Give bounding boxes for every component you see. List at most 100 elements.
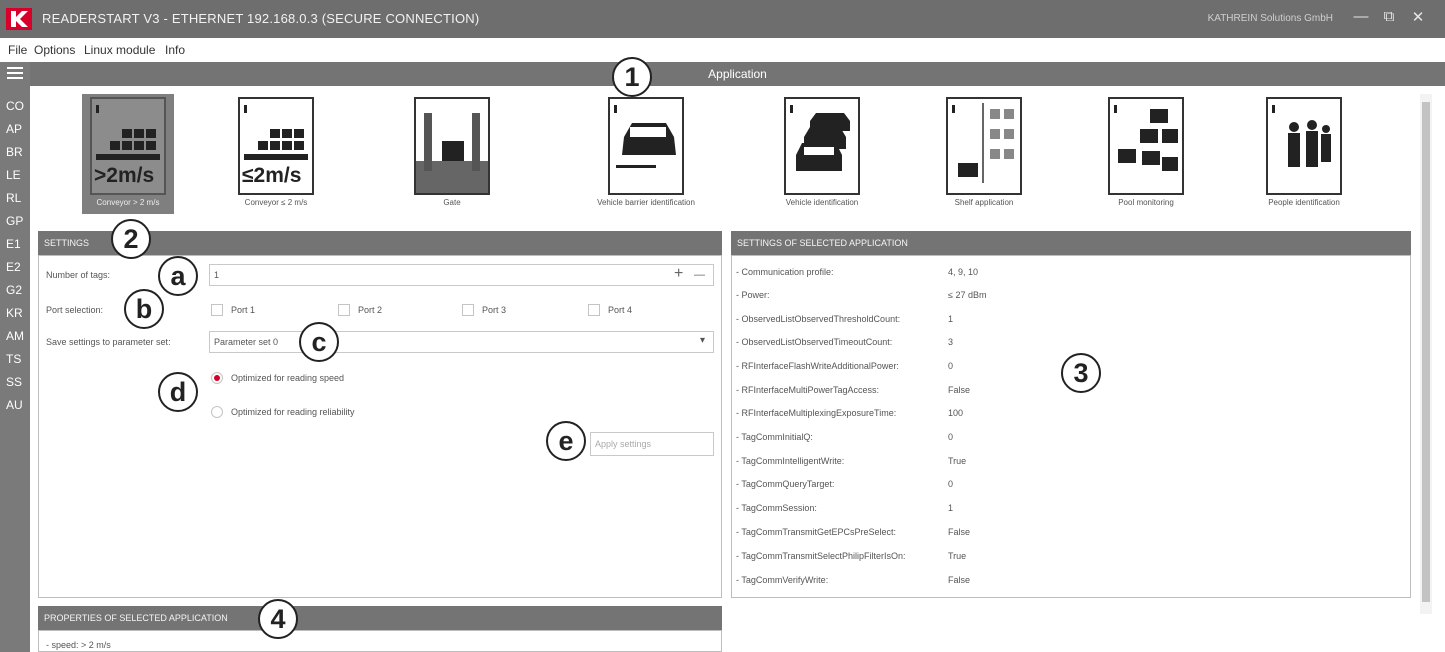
apply-settings-button[interactable]: Apply settings bbox=[590, 432, 714, 456]
param-name: - TagCommQueryTarget: bbox=[736, 479, 835, 489]
menu-options[interactable]: Options bbox=[34, 43, 75, 57]
param-name: - ObservedListObservedTimeoutCount: bbox=[736, 337, 893, 347]
nav-item-ap[interactable]: AP bbox=[0, 122, 30, 136]
properties-header: PROPERTIES OF SELECTED APPLICATION bbox=[38, 606, 722, 630]
param-name: - TagCommInitialQ: bbox=[736, 432, 813, 442]
apply-settings-label: Apply settings bbox=[595, 439, 652, 449]
conveyor-fast-speed: >2m/s bbox=[94, 164, 155, 187]
param-name: - ObservedListObservedThresholdCount: bbox=[736, 314, 901, 324]
properties-title: PROPERTIES OF SELECTED APPLICATION bbox=[44, 613, 228, 623]
conveyor-slow-speed: ≤2m/s bbox=[242, 164, 302, 187]
window-title: READERSTART V3 - ETHERNET 192.168.0.3 (S… bbox=[42, 11, 480, 26]
param-name: - RFInterfaceMultiPowerTagAccess: bbox=[736, 385, 880, 395]
param-name: - Power: bbox=[736, 290, 770, 300]
parameter-set-select[interactable]: Parameter set 0 bbox=[209, 331, 714, 353]
param-value: 1 bbox=[948, 503, 954, 513]
settings-title: SETTINGS bbox=[44, 238, 90, 248]
port-4-checkbox[interactable] bbox=[588, 304, 600, 316]
nav-item-co[interactable]: CO bbox=[0, 99, 30, 113]
port-1-checkbox[interactable] bbox=[211, 304, 223, 316]
vehicle-barrier-icon bbox=[614, 105, 676, 168]
param-value: ≤ 27 dBm bbox=[948, 290, 987, 300]
nav-item-ss[interactable]: SS bbox=[0, 375, 30, 389]
callout-d: d bbox=[158, 372, 198, 412]
tile-people-identification[interactable]: People identification bbox=[1258, 94, 1350, 214]
tile-label: Conveyor > 2 m/s bbox=[96, 198, 160, 207]
port-4-label: Port 4 bbox=[608, 305, 633, 315]
pool-monitoring-icon bbox=[1114, 105, 1178, 171]
properties-panel bbox=[38, 630, 722, 652]
nav-item-gp[interactable]: GP bbox=[0, 214, 30, 228]
vertical-scrollbar[interactable] bbox=[1420, 94, 1432, 614]
close-button[interactable]: ✕ bbox=[1408, 8, 1428, 26]
nav-item-e1[interactable]: E1 bbox=[0, 237, 30, 251]
tile-shelf-application[interactable]: Shelf application bbox=[938, 94, 1030, 214]
param-value: 4, 9, 10 bbox=[948, 267, 979, 277]
tile-label: Vehicle barrier identification bbox=[597, 198, 695, 207]
param-value: 0 bbox=[948, 479, 954, 489]
param-name: - TagCommIntelligentWrite: bbox=[736, 456, 845, 466]
tile-label: Vehicle identification bbox=[785, 198, 859, 207]
port-selection-label: Port selection: bbox=[46, 305, 104, 315]
tile-vehicle-barrier[interactable]: Vehicle barrier identification bbox=[597, 94, 695, 214]
port-3-label: Port 3 bbox=[482, 305, 507, 315]
number-of-tags-value: 1 bbox=[214, 270, 220, 280]
minus-icon[interactable]: — bbox=[694, 269, 705, 281]
tile-gate[interactable]: Gate bbox=[406, 94, 498, 214]
nav-item-le[interactable]: LE bbox=[0, 168, 30, 182]
maximize-button[interactable]: ⧉ bbox=[1379, 8, 1399, 25]
people-identification-icon bbox=[1272, 105, 1331, 167]
kathrein-logo-icon bbox=[6, 8, 32, 30]
number-of-tags-label: Number of tags: bbox=[46, 270, 111, 280]
vehicle-identification-picture bbox=[784, 97, 860, 195]
tile-label: People identification bbox=[1268, 198, 1340, 207]
param-name: - TagCommTransmitSelectPhilipFilterIsOn: bbox=[736, 551, 906, 561]
selected-application-title: SETTINGS OF SELECTED APPLICATION bbox=[737, 238, 908, 248]
hamburger-menu-icon[interactable] bbox=[7, 67, 23, 79]
nav-item-g2[interactable]: G2 bbox=[0, 283, 30, 297]
nav-item-am[interactable]: AM bbox=[0, 329, 30, 343]
number-of-tags-input[interactable]: 1 bbox=[209, 264, 714, 286]
chevron-down-icon[interactable]: ▾ bbox=[700, 335, 705, 346]
reading-speed-radio[interactable] bbox=[211, 372, 223, 384]
port-2-label: Port 2 bbox=[358, 305, 383, 315]
minimize-button[interactable]: — bbox=[1351, 8, 1371, 25]
nav-item-e2[interactable]: E2 bbox=[0, 260, 30, 274]
callout-3: 3 bbox=[1061, 353, 1101, 393]
plus-icon[interactable]: + bbox=[674, 265, 683, 283]
properties-speed: - speed: > 2 m/s bbox=[46, 640, 111, 650]
nav-item-au[interactable]: AU bbox=[0, 398, 30, 412]
menu-info[interactable]: Info bbox=[165, 43, 185, 57]
tile-label: Gate bbox=[443, 198, 461, 207]
param-value: 0 bbox=[948, 432, 954, 442]
callout-2: 2 bbox=[111, 219, 151, 259]
reading-reliability-radio[interactable] bbox=[211, 406, 223, 418]
param-value: False bbox=[948, 527, 971, 537]
port-1-label: Port 1 bbox=[231, 305, 256, 315]
menu-linux-module[interactable]: Linux module bbox=[84, 43, 155, 57]
port-2-checkbox[interactable] bbox=[338, 304, 350, 316]
pool-monitoring-picture bbox=[1108, 97, 1184, 195]
param-value: False bbox=[948, 575, 971, 585]
port-3-checkbox[interactable] bbox=[462, 304, 474, 316]
param-name: - Communication profile: bbox=[736, 267, 834, 277]
shelf-application-icon bbox=[952, 103, 1014, 183]
param-value: 100 bbox=[948, 408, 964, 418]
title-bar: READERSTART V3 - ETHERNET 192.168.0.3 (S… bbox=[0, 0, 1445, 38]
tile-pool-monitoring[interactable]: Pool monitoring bbox=[1100, 94, 1192, 214]
param-name: - RFInterfaceMultiplexingExposureTime: bbox=[736, 408, 897, 418]
application-title: Application bbox=[708, 67, 767, 81]
scrollbar-thumb[interactable] bbox=[1422, 102, 1430, 602]
nav-item-rl[interactable]: RL bbox=[0, 191, 30, 205]
application-header: Application bbox=[30, 62, 1445, 86]
vehicle-identification-icon bbox=[790, 105, 850, 171]
param-name: - TagCommVerifyWrite: bbox=[736, 575, 829, 585]
menu-file[interactable]: File bbox=[8, 43, 27, 57]
tile-conveyor-fast[interactable]: >2m/s Conveyor > 2 m/s bbox=[82, 94, 174, 214]
tile-vehicle-identification[interactable]: Vehicle identification bbox=[776, 94, 868, 214]
param-value: True bbox=[948, 551, 967, 561]
nav-item-ts[interactable]: TS bbox=[0, 352, 30, 366]
tile-conveyor-slow[interactable]: ≤2m/s Conveyor ≤ 2 m/s bbox=[230, 94, 322, 214]
nav-item-br[interactable]: BR bbox=[0, 145, 30, 159]
nav-item-kr[interactable]: KR bbox=[0, 306, 30, 320]
